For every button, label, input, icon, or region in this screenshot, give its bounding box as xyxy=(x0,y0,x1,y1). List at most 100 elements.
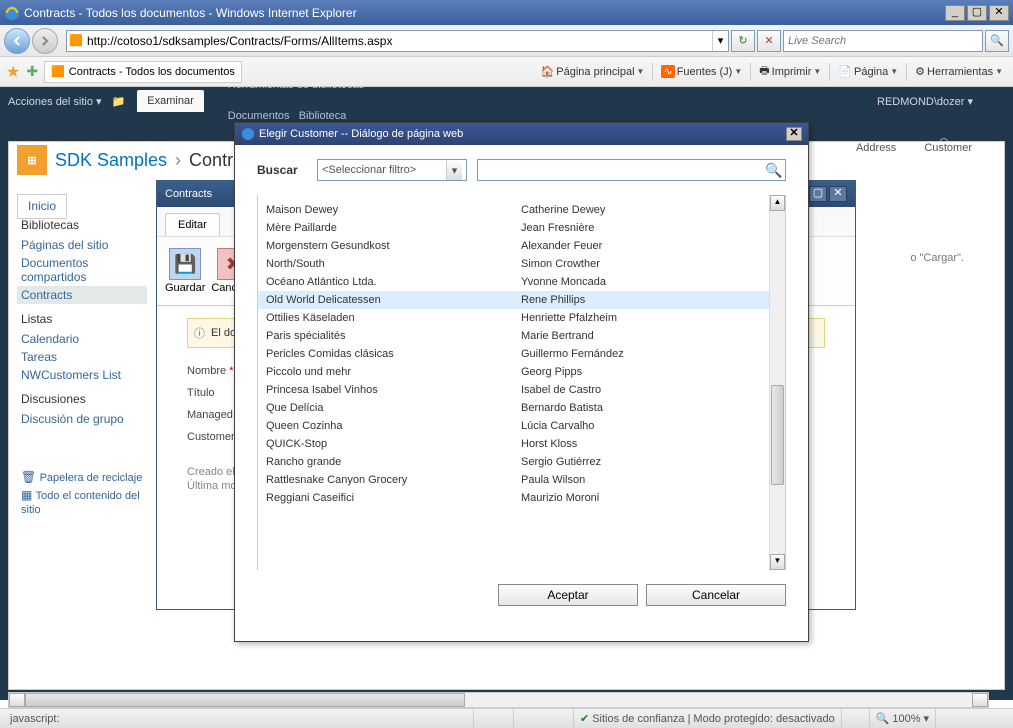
scrollbar[interactable]: ▲ ▼ xyxy=(769,195,785,570)
customer-row[interactable]: QUICK-StopHorst Kloss xyxy=(258,435,785,453)
col-customer[interactable]: Customer xyxy=(910,142,986,154)
favorites-icon[interactable]: ★ xyxy=(6,62,20,82)
forward-button[interactable] xyxy=(32,28,58,54)
contracts-close[interactable]: ✕ xyxy=(829,186,847,202)
info-icon: ⓘ xyxy=(194,325,205,341)
tools-menu[interactable]: ⚙Herramientas▼ xyxy=(911,61,1007,83)
browse-tab[interactable]: Examinar xyxy=(137,90,203,112)
hscroll-right[interactable] xyxy=(972,693,988,707)
browser-tab[interactable]: 🟧 Contracts - Todos los documentos xyxy=(44,61,242,83)
site-logo[interactable]: ⊞ xyxy=(17,145,47,175)
col-address[interactable]: Address xyxy=(842,142,910,154)
customer-row[interactable]: Morgenstern GesundkostAlexander Feuer xyxy=(258,237,785,255)
contracts-maximize[interactable]: ▢ xyxy=(809,186,827,202)
home-icon: 🏠 xyxy=(541,65,555,78)
customer-row[interactable]: Queen CozinhaLúcia Carvalho xyxy=(258,417,785,435)
customer-row[interactable]: Que DelíciaBernardo Batista xyxy=(258,399,785,417)
zoom-control[interactable]: 🔍100% ▾ xyxy=(870,709,936,728)
library-tab[interactable]: Biblioteca xyxy=(299,110,347,122)
customer-row[interactable]: Ottilies KäseladenHenriette Pfalzheim xyxy=(258,309,785,327)
customer-row[interactable]: Reggiani CaseificiMaurizio Moroni xyxy=(258,489,785,507)
page-hscroll[interactable] xyxy=(8,692,989,708)
link-group-discussion[interactable]: Discusión de grupo xyxy=(21,410,147,428)
contact-name: Horst Kloss xyxy=(521,438,777,450)
print-menu[interactable]: 🖶Imprimir▼ xyxy=(755,61,825,83)
customer-row[interactable]: Old World DelicatessenRene Phillips xyxy=(258,291,785,309)
customer-row[interactable]: Rancho grandeSergio Gutiérrez xyxy=(258,453,785,471)
link-tasks[interactable]: Tareas xyxy=(21,348,147,366)
scroll-down-button[interactable]: ▼ xyxy=(770,554,785,570)
link-site-pages[interactable]: Páginas del sitio xyxy=(21,236,147,254)
search-box[interactable] xyxy=(783,30,983,52)
link-recycle-bin[interactable]: 🗑 Papelera de reciclaje xyxy=(21,468,147,486)
home-menu[interactable]: 🏠Página principal▼ xyxy=(537,61,649,83)
breadcrumb-site[interactable]: SDK Samples xyxy=(55,150,167,171)
add-favorite-icon[interactable]: ✚ xyxy=(26,63,38,80)
navigate-up-icon[interactable]: 📁 xyxy=(112,95,126,108)
user-menu[interactable]: REDMOND\dozer ▾ xyxy=(877,95,973,108)
edit-tab[interactable]: Editar xyxy=(165,213,220,236)
cancel-dialog-button[interactable]: Cancelar xyxy=(646,584,786,606)
hscroll-left[interactable] xyxy=(9,693,25,707)
close-button[interactable]: ✕ xyxy=(989,5,1009,21)
company-name: Ottilies Käseladen xyxy=(266,312,521,324)
feeds-menu[interactable]: ∿Fuentes (J)▼ xyxy=(657,61,746,83)
link-shared-docs[interactable]: Documentos compartidos xyxy=(21,254,147,286)
search-button[interactable]: 🔍 xyxy=(985,30,1009,52)
company-name: Rattlesnake Canyon Grocery xyxy=(266,474,521,486)
link-nwcustomers[interactable]: NWCustomers List xyxy=(21,366,147,384)
back-button[interactable] xyxy=(4,28,30,54)
company-name: Old World Delicatessen xyxy=(266,294,521,306)
customer-row[interactable]: Mère PaillardeJean Fresnière xyxy=(258,219,785,237)
link-calendar[interactable]: Calendario xyxy=(21,330,147,348)
customer-row[interactable]: Piccolo und mehrGeorg Pipps xyxy=(258,363,785,381)
quick-launch: Bibliotecas Páginas del sitio Documentos… xyxy=(9,202,159,689)
section-discussions: Discusiones xyxy=(21,392,147,406)
customer-row[interactable]: Paris spécialitésMarie Bertrand xyxy=(258,327,785,345)
company-name: Océano Atlántico Ltda. xyxy=(266,276,521,288)
chevron-down-icon: ▾ xyxy=(446,160,462,180)
company-name: Pericles Comidas clásicas xyxy=(266,348,521,360)
search-input[interactable] xyxy=(784,31,982,51)
customer-row[interactable]: Princesa Isabel VinhosIsabel de Castro xyxy=(258,381,785,399)
dialog-titlebar: Elegir Customer -- Diálogo de página web… xyxy=(235,123,808,145)
company-name: Piccolo und mehr xyxy=(266,366,521,378)
sp-ribbon: Acciones del sitio ▾ 📁 Examinar Herramie… xyxy=(0,87,1013,115)
hscroll-thumb[interactable] xyxy=(25,693,465,707)
url-input[interactable] xyxy=(85,31,712,51)
contact-name: Jean Fresnière xyxy=(521,222,777,234)
refresh-button[interactable]: ↻ xyxy=(731,30,755,52)
scroll-thumb[interactable] xyxy=(771,385,784,485)
site-actions-menu[interactable]: Acciones del sitio ▾ xyxy=(8,95,102,108)
customer-row[interactable]: Maison DeweyCatherine Dewey xyxy=(258,201,785,219)
address-bar[interactable]: 🟧 ▾ xyxy=(66,30,729,52)
stop-button[interactable]: ✕ xyxy=(757,30,781,52)
search-field[interactable]: 🔍 xyxy=(477,159,786,181)
contact-name: Bernardo Batista xyxy=(521,402,777,414)
company-name: Morgenstern Gesundkost xyxy=(266,240,521,252)
ie-icon xyxy=(4,5,20,21)
customer-row[interactable]: North/SouthSimon Crowther xyxy=(258,255,785,273)
rss-icon: ∿ xyxy=(661,65,674,78)
filter-select[interactable]: <Seleccionar filtro> ▾ xyxy=(317,159,467,181)
dialog-close-button[interactable]: ✕ xyxy=(786,127,802,141)
contact-name: Isabel de Castro xyxy=(521,384,777,396)
minimize-button[interactable]: _ xyxy=(945,5,965,21)
customer-row[interactable]: Pericles Comidas clásicasGuillermo Ferná… xyxy=(258,345,785,363)
accept-button[interactable]: Aceptar xyxy=(498,584,638,606)
customer-row[interactable]: Rattlesnake Canyon GroceryPaula Wilson xyxy=(258,471,785,489)
link-contracts[interactable]: Contracts xyxy=(17,286,147,304)
url-dropdown-icon[interactable]: ▾ xyxy=(712,31,728,51)
scroll-up-button[interactable]: ▲ xyxy=(770,195,785,211)
documents-tab[interactable]: Documentos xyxy=(228,110,290,122)
maximize-button[interactable]: ▢ xyxy=(967,5,987,21)
link-all-content[interactable]: ▦ Todo el contenido del sitio xyxy=(21,486,147,518)
customer-row[interactable]: Océano Atlántico Ltda.Yvonne Moncada xyxy=(258,273,785,291)
page-menu[interactable]: 📄Página▼ xyxy=(834,61,902,83)
dialog-ie-icon xyxy=(241,127,255,141)
search-text-input[interactable] xyxy=(478,160,763,180)
save-button[interactable]: 💾Guardar xyxy=(165,248,205,294)
page-icon: 📄 xyxy=(838,65,852,78)
check-icon: ✔ xyxy=(580,712,589,725)
search-icon[interactable]: 🔍 xyxy=(763,162,785,179)
